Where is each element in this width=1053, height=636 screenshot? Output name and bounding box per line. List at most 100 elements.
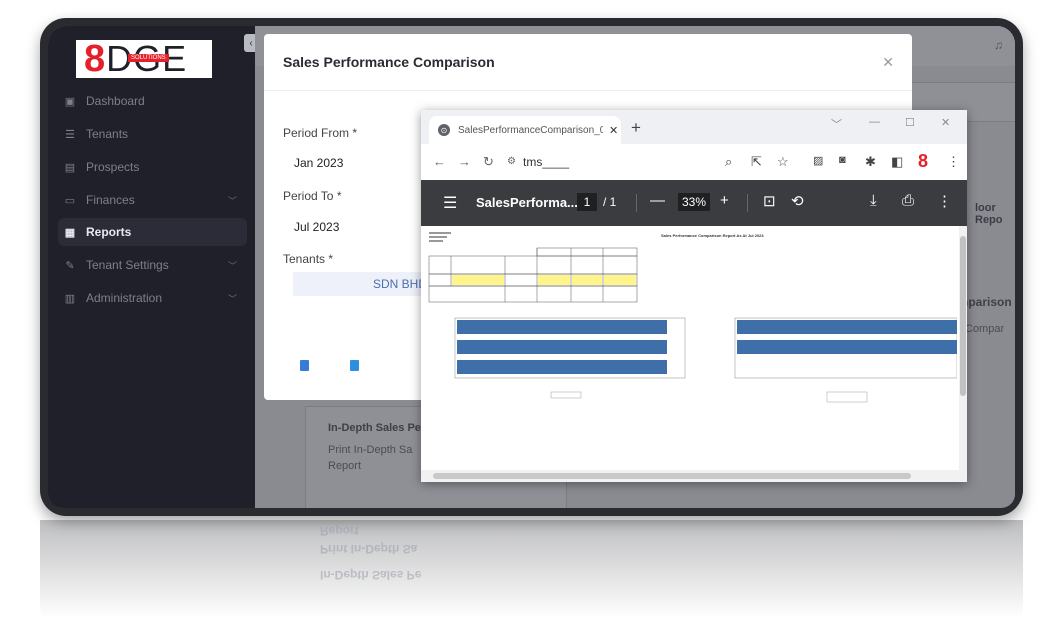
chart-bar: [457, 360, 667, 374]
close-tab-icon[interactable]: ✕: [609, 124, 618, 137]
print-icon[interactable]: ⎙: [902, 192, 914, 209]
bookmark-star-icon[interactable]: ☆: [777, 154, 789, 170]
administration-icon: ▥: [64, 292, 76, 305]
prospects-icon: ▤: [64, 161, 76, 174]
sidebar-item-administration[interactable]: ▥ Administration ﹀: [58, 284, 247, 312]
sidebar-item-finances[interactable]: ▭ Finances ﹀: [58, 186, 247, 214]
reload-icon[interactable]: ↻: [483, 154, 494, 170]
tab-search-icon[interactable]: ﹀: [831, 116, 842, 132]
url-field[interactable]: tms____: [523, 155, 569, 169]
sidebar-item-label: Tenant Settings: [86, 258, 169, 272]
pdf-content: [428, 232, 957, 403]
pdf-highlight-cell: [604, 275, 636, 285]
address-bar: ← → ↻ ⚙ tms____ ⌕ ⇱ ☆ ▨ ◙ ✱ ◧ 8 ⋮: [421, 144, 967, 180]
pdf-highlight-cell: [538, 275, 570, 285]
more-options-icon[interactable]: ⋮: [937, 192, 952, 210]
back-icon[interactable]: ←: [433, 154, 446, 169]
zoom-icon[interactable]: ⌕: [725, 154, 732, 170]
fit-page-icon[interactable]: ⊡: [763, 192, 776, 210]
logo-tagline: SOLUTIONS: [128, 54, 169, 62]
zoom-out-button[interactable]: —: [650, 192, 665, 209]
vertical-scrollbar[interactable]: [959, 226, 967, 470]
chevron-down-icon: ﹀: [227, 293, 237, 304]
pdf-header-line: [429, 236, 447, 238]
camera-icon[interactable]: ◙: [839, 154, 846, 166]
reflection-text: Report: [320, 524, 359, 538]
extensions-puzzle-icon[interactable]: ✱: [865, 154, 876, 170]
word-file-icon[interactable]: [300, 360, 309, 371]
pdf-highlight-cell: [572, 275, 602, 285]
close-icon[interactable]: ✕: [882, 54, 894, 71]
modal-title: Sales Performance Comparison: [283, 54, 495, 70]
report-card-title: In-Depth Sales Pe: [328, 422, 421, 434]
sidebar-item-label: Prospects: [86, 160, 140, 174]
pdf-file-name: SalesPerforma...: [476, 195, 578, 210]
chart-bar: [457, 320, 667, 334]
tenant-select-chip[interactable]: SDN BHD: [293, 272, 433, 296]
horizontal-scrollbar[interactable]: [421, 470, 967, 482]
reflection-text: In-Depth Sales Pe: [320, 568, 422, 582]
sidebar: 8 DGE SOLUTIONS ▣ Dashboard ☰ Tenants ▤ …: [48, 26, 255, 508]
report-card-subtitle: Print In-Depth Sa: [328, 444, 413, 456]
report-card-subtitle-right: Compar: [965, 323, 1005, 335]
browser-tab[interactable]: ⊙ SalesPerformanceComparison_062 ✕: [429, 116, 621, 144]
toolbar-divider: [636, 194, 637, 212]
share-icon[interactable]: ⇱: [751, 154, 762, 170]
reflection-text: Print In-Depth Sa: [320, 542, 418, 556]
sidebar-item-label: Dashboard: [86, 94, 145, 108]
pdf-page: Sales Performance Comparison Report As A…: [421, 226, 967, 470]
new-tab-button[interactable]: +: [631, 118, 641, 138]
app-screen: 8 DGE SOLUTIONS ▣ Dashboard ☰ Tenants ▤ …: [48, 26, 1015, 508]
chart-bar: [457, 340, 667, 354]
chart-bar: [737, 320, 957, 334]
extension-icon[interactable]: ▨: [813, 154, 823, 167]
sidebar-item-dashboard[interactable]: ▣ Dashboard: [58, 87, 247, 115]
rotate-icon[interactable]: ⟲: [791, 192, 804, 210]
excel-file-icon[interactable]: [350, 360, 359, 371]
sidebar-item-tenant-settings[interactable]: ✎ Tenant Settings ﹀: [58, 251, 247, 279]
browser-menu-icon[interactable]: ⋮: [947, 154, 960, 170]
sidebar-item-reports[interactable]: ▦ Reports: [58, 218, 247, 246]
period-from-field[interactable]: Jan 2023: [294, 156, 343, 170]
tenant-settings-icon: ✎: [65, 259, 75, 272]
tenants-label: Tenants *: [283, 252, 334, 266]
bell-icon[interactable]: ♫: [994, 38, 1003, 52]
zoom-in-button[interactable]: +: [720, 192, 729, 209]
report-card-title-right-2: nparison: [961, 295, 1012, 309]
close-window-button[interactable]: ✕: [941, 116, 950, 129]
scroll-thumb[interactable]: [960, 236, 966, 396]
chevron-down-icon: ﹀: [227, 260, 237, 271]
finances-icon: ▭: [64, 194, 76, 207]
forward-icon[interactable]: →: [458, 154, 471, 169]
pdf-highlight-cell: [452, 275, 504, 285]
sidebar-item-label: Finances: [86, 193, 135, 207]
pdf-right-chart: [734, 317, 957, 403]
report-card-title-right: loor Repo: [975, 202, 1003, 226]
minimize-button[interactable]: —: [869, 116, 880, 128]
pdf-header-line: [429, 240, 443, 242]
globe-icon: ⊙: [438, 124, 450, 136]
period-from-label: Period From *: [283, 126, 358, 140]
brand-extension-icon[interactable]: 8: [918, 151, 928, 172]
modal-divider: [264, 90, 912, 91]
sidebar-item-label: Tenants: [86, 127, 129, 141]
sidebar-item-prospects[interactable]: ▤ Prospects: [58, 153, 247, 181]
scroll-thumb[interactable]: [433, 473, 911, 479]
sidebar-item-label: Reports: [86, 225, 132, 239]
sidebar-item-label: Administration: [86, 291, 163, 305]
zoom-level-input[interactable]: 33%: [678, 193, 710, 211]
period-to-field[interactable]: Jul 2023: [294, 220, 339, 234]
site-settings-icon[interactable]: ⚙: [507, 156, 516, 167]
page-number-input[interactable]: 1: [577, 193, 597, 211]
download-icon[interactable]: ⤓: [870, 192, 877, 209]
chart-legend: [550, 391, 582, 399]
browser-window: ⊙ SalesPerformanceComparison_062 ✕ + ﹀ —…: [421, 110, 967, 482]
sidebar-item-tenants[interactable]: ☰ Tenants: [58, 120, 247, 148]
report-card-subtitle-2: Report: [328, 460, 362, 472]
maximize-button[interactable]: ☐: [905, 116, 915, 129]
brand-logo[interactable]: 8 DGE SOLUTIONS: [76, 40, 212, 78]
chart-legend: [826, 391, 868, 403]
side-panel-icon[interactable]: ◧: [891, 154, 903, 170]
tab-title: SalesPerformanceComparison_062: [458, 124, 603, 136]
menu-icon[interactable]: ☰: [443, 193, 457, 213]
